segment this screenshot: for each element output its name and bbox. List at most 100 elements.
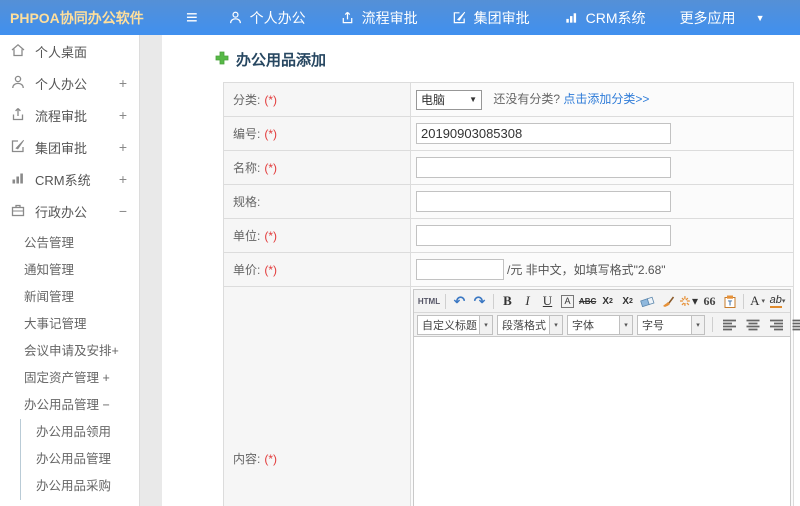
caret-down-icon: ▾ bbox=[781, 298, 786, 305]
strikethrough-button[interactable]: ABC bbox=[578, 292, 597, 311]
remove-format-button[interactable] bbox=[638, 292, 657, 311]
sidebar-item-label: 行政办公 bbox=[35, 204, 88, 220]
html-source-button[interactable]: HTML bbox=[417, 292, 441, 311]
sidebar-item-fixed-assets-mgmt[interactable]: 固定资产管理 + bbox=[24, 365, 139, 392]
undo-button[interactable]: ↶ bbox=[450, 292, 469, 311]
page-title: 办公用品添加 bbox=[236, 52, 327, 69]
subscript-button[interactable]: X2 bbox=[618, 292, 637, 311]
sidebar-item-group-approval[interactable]: 集团审批 + bbox=[0, 131, 139, 163]
app-logo[interactable]: PHPOA协同办公软件 bbox=[0, 8, 152, 28]
align-justify-button[interactable] bbox=[789, 315, 800, 334]
code-input[interactable] bbox=[416, 123, 671, 144]
form-row-content: 内容: (*) HTML ↶ ↷ B I U A ABC X2 X 2 ▾ 66… bbox=[223, 286, 800, 506]
name-input[interactable] bbox=[416, 157, 671, 178]
category-hint: 还没有分类? bbox=[493, 91, 561, 106]
field-label: 规格: bbox=[233, 195, 261, 209]
caret-down-icon[interactable]: ▼ bbox=[756, 13, 765, 23]
nav-label: CRM系统 bbox=[585, 9, 646, 26]
dropdown-label: 自定义标题 bbox=[422, 319, 477, 332]
collapse-icon[interactable]: − bbox=[119, 203, 127, 219]
custom-title-select[interactable]: 自定义标题 ▾ bbox=[417, 314, 493, 335]
price-input[interactable] bbox=[416, 259, 504, 280]
sidebar-item-supplies-claim[interactable]: 办公用品领用 bbox=[36, 419, 139, 446]
sidebar: 个人桌面 个人办公 + 流程审批 + 集团审批 + CRM系统 + 行政办公 −… bbox=[0, 35, 140, 506]
sidebar-item-notice-mgmt[interactable]: 通知管理 bbox=[24, 257, 139, 284]
required-mark: (*) bbox=[264, 93, 278, 107]
form-row-unit: 单位: (*) bbox=[223, 218, 794, 253]
expand-icon[interactable]: + bbox=[119, 171, 127, 187]
sub-base: X bbox=[622, 295, 630, 307]
field-label: 编号: bbox=[233, 127, 261, 141]
nav-group-approval[interactable]: 集团审批 bbox=[452, 8, 530, 28]
nav-label: 个人办公 bbox=[249, 9, 306, 26]
user-icon bbox=[10, 74, 26, 93]
nav-label: 更多应用 bbox=[679, 9, 736, 26]
expand-icon[interactable]: + bbox=[119, 139, 127, 155]
font-color-button[interactable]: A ▾ bbox=[748, 292, 767, 311]
rich-text-editor: HTML ↶ ↷ B I U A ABC X2 X2 ▾ 66 T A ▾ ab… bbox=[413, 289, 800, 506]
nav-crm-system[interactable]: CRM系统 bbox=[564, 8, 646, 28]
briefcase-icon bbox=[10, 202, 26, 221]
editor-content-area[interactable] bbox=[414, 337, 790, 506]
sidebar-item-supplies-purchase[interactable]: 办公用品采购 bbox=[36, 473, 139, 500]
align-center-button[interactable] bbox=[743, 315, 762, 334]
sidebar-item-personal-desktop[interactable]: 个人桌面 bbox=[0, 35, 139, 67]
form-row-name: 名称: (*) bbox=[223, 150, 794, 185]
paragraph-format-select[interactable]: 段落格式 ▾ bbox=[497, 314, 563, 335]
field-label: 单价: bbox=[233, 263, 261, 277]
toolbar-separator bbox=[445, 293, 446, 309]
expand-icon[interactable]: + bbox=[119, 107, 127, 123]
expand-icon[interactable]: + bbox=[119, 75, 127, 91]
highlight-color-button[interactable]: ab ▾ bbox=[768, 292, 787, 311]
superscript-button[interactable]: X2 bbox=[598, 292, 617, 311]
char-border-button[interactable]: A bbox=[558, 292, 577, 311]
bold-button[interactable]: B bbox=[498, 292, 517, 311]
spec-input[interactable] bbox=[416, 191, 671, 212]
nav-more-apps[interactable]: 更多应用 bbox=[680, 8, 736, 28]
form-row-price: 单价: (*) /元 非中文，如填写格式"2.68" bbox=[223, 252, 794, 287]
sidebar-item-news-mgmt[interactable]: 新闻管理 bbox=[24, 284, 139, 311]
sidebar-item-personal-office[interactable]: 个人办公 + bbox=[0, 67, 139, 99]
align-left-button[interactable] bbox=[720, 315, 739, 334]
sidebar-item-crm-system[interactable]: CRM系统 + bbox=[0, 163, 139, 195]
nav-label: 集团审批 bbox=[473, 9, 530, 26]
dropdown-label: 字号 bbox=[642, 319, 664, 332]
category-select[interactable]: 电脑 ▼ bbox=[416, 89, 482, 110]
sidebar-item-office-supplies-mgmt[interactable]: 办公用品管理 − bbox=[24, 392, 139, 419]
toolbar-separator bbox=[712, 317, 713, 332]
caret-down-icon: ▾ bbox=[691, 315, 704, 334]
sidebar-item-label: 流程审批 bbox=[35, 108, 88, 124]
dropdown-label: 段落格式 bbox=[502, 319, 546, 332]
unit-input[interactable] bbox=[416, 225, 671, 246]
nav-workflow-approval[interactable]: 流程审批 bbox=[340, 8, 418, 28]
field-label: 单位: bbox=[233, 229, 261, 243]
main-content: 办公用品添加 分类: (*) 电脑 ▼ 还没有分类? 点击添加分类>> 编号: (*… bbox=[162, 35, 800, 506]
required-mark: (*) bbox=[264, 263, 278, 277]
nav-personal-office[interactable]: 个人办公 bbox=[228, 8, 306, 28]
font-size-select[interactable]: 字号 ▾ bbox=[637, 314, 705, 335]
sidebar-item-workflow-approval[interactable]: 流程审批 + bbox=[0, 99, 139, 131]
workflow-icon bbox=[10, 106, 26, 125]
dropdown-label: 字体 bbox=[572, 319, 594, 332]
blockquote-button[interactable]: 66 bbox=[700, 292, 719, 311]
paste-text-button[interactable]: T bbox=[720, 292, 739, 311]
sidebar-item-memorabilia-mgmt[interactable]: 大事记管理 bbox=[24, 311, 139, 338]
redo-button[interactable]: ↷ bbox=[470, 292, 489, 311]
sidebar-item-admin-office[interactable]: 行政办公 − bbox=[0, 195, 139, 227]
sidebar-item-announcement-mgmt[interactable]: 公告管理 bbox=[24, 230, 139, 257]
add-category-link[interactable]: 点击添加分类>> bbox=[563, 92, 649, 106]
menu-toggle-icon[interactable]: ≡ bbox=[186, 8, 198, 28]
sidebar-item-label: CRM系统 bbox=[35, 172, 91, 188]
page-title-bar: 办公用品添加 bbox=[162, 35, 800, 70]
sidebar-item-label: 个人办公 bbox=[35, 76, 88, 92]
sidebar-item-meeting-mgmt[interactable]: 会议申请及安排+ bbox=[24, 338, 139, 365]
font-family-select[interactable]: 字体 ▾ bbox=[567, 314, 633, 335]
format-brush-button[interactable] bbox=[658, 292, 677, 311]
italic-button[interactable]: I bbox=[518, 292, 537, 311]
sidebar-item-supplies-manage[interactable]: 办公用品管理 bbox=[36, 446, 139, 473]
auto-typeset-button[interactable]: ▾ bbox=[678, 292, 699, 311]
underline-button[interactable]: U bbox=[538, 292, 557, 311]
char-border-glyph: A bbox=[561, 294, 574, 308]
align-right-button[interactable] bbox=[766, 315, 785, 334]
sup-base: X bbox=[602, 295, 610, 307]
